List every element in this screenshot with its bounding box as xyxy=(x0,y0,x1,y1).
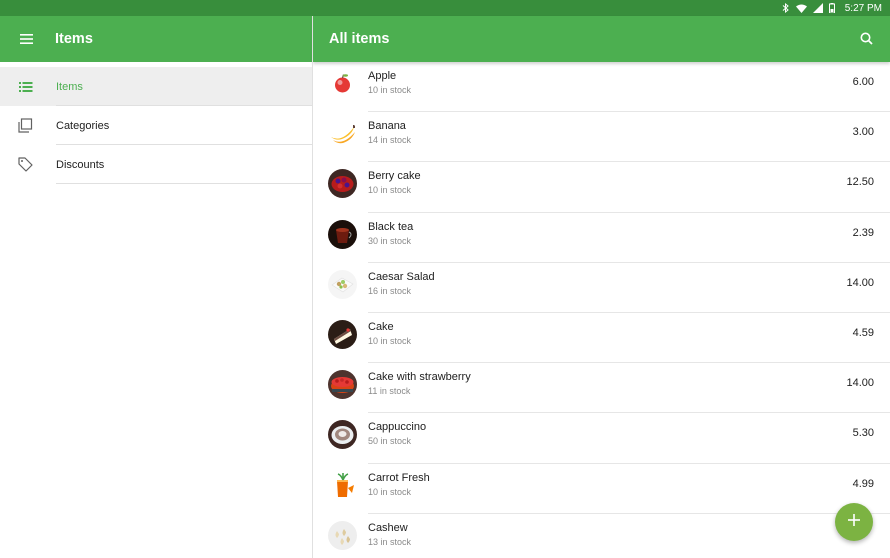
drawer-title: Items xyxy=(55,31,93,47)
nav-item-categories[interactable]: Categories xyxy=(0,106,312,145)
item-name: Banana xyxy=(368,120,406,133)
list-item-black-tea[interactable]: Black tea 30 in stock 2.39 xyxy=(313,213,890,263)
nav-drawer: Items Categories Discounts xyxy=(0,67,312,184)
item-price: 4.59 xyxy=(852,326,874,339)
item-stock: 10 in stock xyxy=(368,185,412,196)
cake-thumbnail xyxy=(328,319,357,349)
items-list: Apple 10 in stock 6.00 Banana 14 in stoc… xyxy=(313,62,890,558)
list-item-caesar-salad[interactable]: Caesar Salad 16 in stock 14.00 xyxy=(313,263,890,313)
item-stock: 30 in stock xyxy=(368,235,412,246)
divider xyxy=(56,183,312,184)
main-appbar: All items xyxy=(313,16,890,62)
cashew-thumbnail xyxy=(328,520,357,550)
list-item-berry-cake[interactable]: Berry cake 10 in stock 12.50 xyxy=(313,162,890,213)
item-name: Apple xyxy=(368,70,397,82)
menu-icon[interactable] xyxy=(17,30,35,48)
page-title: All items xyxy=(329,31,390,47)
item-name: Caesar Salad xyxy=(368,270,435,283)
item-price: 2.39 xyxy=(852,226,874,239)
item-stock: 10 in stock xyxy=(368,486,412,497)
item-name: Berry cake xyxy=(368,170,421,183)
item-price: 14.00 xyxy=(846,377,874,390)
apple-thumbnail xyxy=(328,69,357,98)
item-price: 3.00 xyxy=(852,126,874,139)
list-item-cake[interactable]: Cake 10 in stock 4.59 xyxy=(313,313,890,364)
item-name: Cake with strawberry xyxy=(368,371,471,384)
tag-icon xyxy=(17,156,34,173)
wifi-icon xyxy=(795,4,807,13)
item-name: Cashew xyxy=(368,521,408,534)
list-item-cappuccino[interactable]: Cappuccino 50 in stock 5.30 xyxy=(313,413,890,464)
nav-item-label: Items xyxy=(56,80,83,93)
copy-icon xyxy=(17,117,34,134)
cappuccino-thumbnail xyxy=(328,420,357,450)
nav-item-discounts[interactable]: Discounts xyxy=(0,145,312,184)
list-icon xyxy=(17,78,34,95)
salad-thumbnail xyxy=(328,269,357,299)
item-price: 14.00 xyxy=(846,276,874,289)
item-price: 4.99 xyxy=(852,477,874,490)
item-stock: 10 in stock xyxy=(368,335,412,346)
item-name: Cake xyxy=(368,320,394,333)
search-icon[interactable] xyxy=(858,30,876,48)
item-stock: 14 in stock xyxy=(368,135,412,146)
left-appbar: Items xyxy=(0,16,313,62)
item-name: Cappuccino xyxy=(368,421,427,434)
plus-icon xyxy=(848,513,860,531)
item-price: 6.00 xyxy=(852,76,874,88)
item-stock: 11 in stock xyxy=(368,386,411,397)
add-item-button[interactable] xyxy=(835,503,873,541)
berry-cake-thumbnail xyxy=(328,169,357,199)
item-name: Black tea xyxy=(368,220,414,233)
bluetooth-icon xyxy=(782,3,790,13)
item-stock: 16 in stock xyxy=(368,285,412,296)
strawberry-cake-thumbnail xyxy=(328,370,357,400)
item-stock: 10 in stock xyxy=(368,85,412,95)
item-stock: 50 in stock xyxy=(368,436,412,447)
list-item-apple[interactable]: Apple 10 in stock 6.00 xyxy=(313,62,890,113)
status-bar: 5:27 PM xyxy=(0,0,890,16)
item-stock: 13 in stock xyxy=(368,536,412,547)
banana-thumbnail xyxy=(328,119,357,149)
nav-item-label: Discounts xyxy=(56,158,105,171)
signal-icon xyxy=(812,3,823,13)
list-item-carrot-fresh[interactable]: Carrot Fresh 10 in stock 4.99 xyxy=(313,464,890,514)
status-time: 5:27 PM xyxy=(844,2,882,14)
nav-item-label: Categories xyxy=(56,119,110,132)
black-tea-thumbnail xyxy=(328,219,357,249)
item-name: Carrot Fresh xyxy=(368,471,430,484)
nav-item-items[interactable]: Items xyxy=(0,67,312,106)
list-item-banana[interactable]: Banana 14 in stock 3.00 xyxy=(313,112,890,163)
item-price: 12.50 xyxy=(846,176,874,189)
carrot-fresh-thumbnail xyxy=(328,470,357,500)
list-item-cashew[interactable]: Cashew 13 in stock xyxy=(313,514,890,558)
list-item-cake-with-strawberry[interactable]: Cake with strawberry 11 in stock 14.00 xyxy=(313,363,890,414)
battery-icon xyxy=(828,3,835,13)
item-price: 5.30 xyxy=(852,427,874,440)
